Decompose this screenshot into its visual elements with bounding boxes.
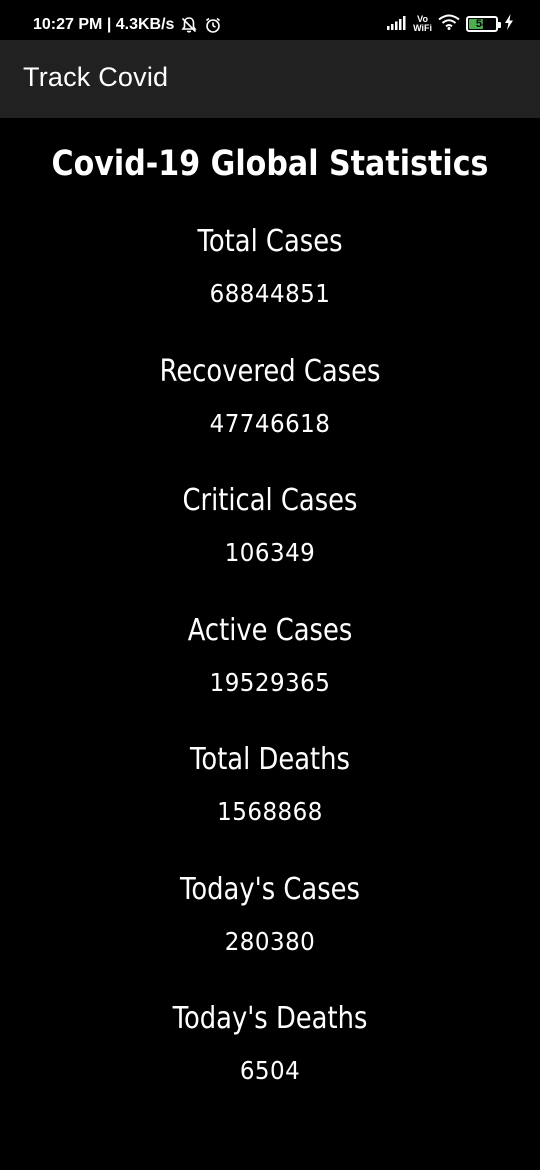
page-title: Covid-19 Global Statistics (51, 144, 489, 184)
status-bar: 10:27 PM | 4.3KB/s Vo WiFi 58 (0, 0, 540, 40)
stat-critical-cases: Critical Cases 106349 (0, 483, 540, 568)
stat-value: 280380 (224, 927, 316, 956)
stat-value: 106349 (224, 538, 316, 567)
charging-icon (504, 14, 514, 34)
battery-cap (498, 22, 501, 28)
stat-total-deaths: Total Deaths 1568868 (0, 742, 540, 827)
status-time-and-speed: 10:27 PM | 4.3KB/s (33, 16, 175, 33)
stat-total-cases: Total Cases 68844851 (0, 224, 540, 309)
stat-label: Today's Deaths (172, 1001, 368, 1036)
mute-bell-icon (180, 16, 198, 34)
stat-todays-cases: Today's Cases 280380 (0, 872, 540, 957)
stat-value: 47746618 (209, 409, 331, 438)
status-right: Vo WiFi 58 (381, 12, 514, 36)
main-content: Covid-19 Global Statistics Total Cases 6… (0, 118, 540, 1170)
vowifi-bottom-text: WiFi (413, 23, 432, 33)
battery-icon: 58 (466, 16, 501, 32)
stat-value: 19529365 (209, 668, 331, 697)
stat-value: 68844851 (209, 279, 331, 308)
stat-value: 1568868 (217, 797, 323, 826)
wifi-icon (438, 14, 460, 34)
stat-label: Active Cases (187, 613, 353, 648)
app-title: Track Covid (23, 62, 169, 92)
stat-label: Total Cases (197, 224, 343, 259)
stat-label: Recovered Cases (159, 354, 381, 389)
stat-todays-deaths: Today's Deaths 6504 (0, 1001, 540, 1086)
status-left: 10:27 PM | 4.3KB/s (33, 13, 222, 37)
app-bar: Track Covid (0, 40, 540, 118)
stat-recovered-cases: Recovered Cases 47746618 (0, 354, 540, 439)
alarm-icon (204, 16, 222, 34)
stat-label: Total Deaths (190, 742, 350, 777)
vowifi-icon: Vo WiFi (413, 15, 432, 33)
signal-icon (387, 15, 407, 34)
stat-label: Today's Cases (180, 872, 360, 907)
stat-value: 6504 (239, 1056, 301, 1085)
stat-label: Critical Cases (182, 483, 358, 518)
battery-level-text: 58 (475, 18, 489, 30)
stat-active-cases: Active Cases 19529365 (0, 613, 540, 698)
